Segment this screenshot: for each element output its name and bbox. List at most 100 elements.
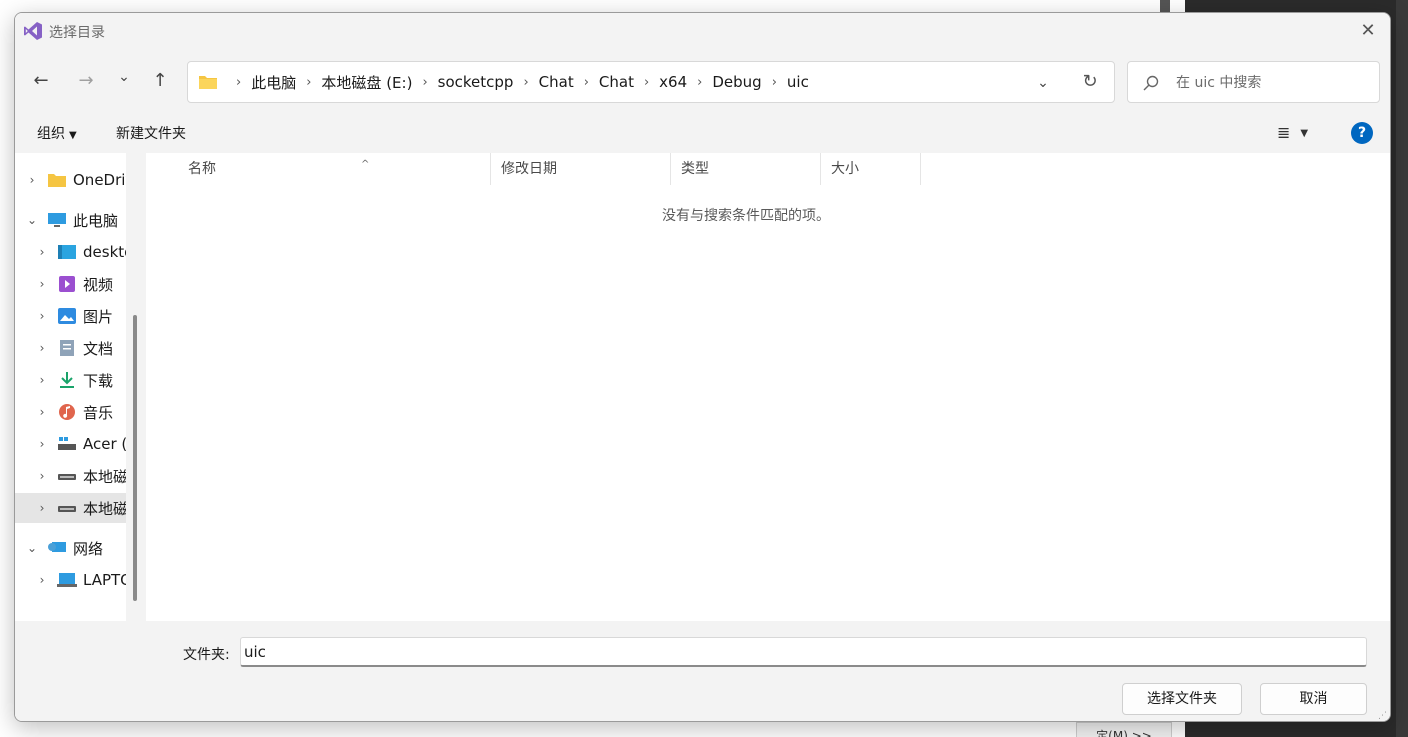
address-dropdown-button[interactable]: ⌄ (1031, 71, 1055, 95)
chevron-right-icon[interactable]: › (697, 75, 702, 90)
chevron-icon[interactable]: › (35, 245, 49, 259)
file-list[interactable]: 名称 ^ 修改日期 类型 大小 没有与搜索条件匹配的项。 (146, 153, 1390, 621)
nav-tree-item[interactable]: › OneDrive (15, 165, 126, 195)
nav-tree-item[interactable]: › 音乐 (15, 397, 126, 427)
nav-tree-item-label: 音乐 (83, 403, 114, 422)
select-directory-dialog: 选择目录 ✕ ← → ⌄ ↑ › 此电脑 › 本地磁盘 (E:) › socketcpp ›… (14, 12, 1391, 722)
breadcrumb-item[interactable]: x64 (659, 73, 687, 91)
dialog-title: 选择目录 (49, 25, 105, 41)
breadcrumb-item[interactable]: uic (787, 73, 809, 91)
nav-tree-item[interactable]: › 下载 (15, 365, 126, 395)
forward-button[interactable]: → (74, 69, 98, 93)
desktop-icon (58, 245, 76, 259)
help-button[interactable]: ? (1351, 122, 1373, 144)
close-button[interactable]: ✕ (1354, 17, 1382, 45)
laptop-icon (57, 573, 77, 587)
nav-tree-item-label: desktop (83, 243, 126, 261)
chevron-right-icon[interactable]: › (772, 75, 777, 90)
nav-tree-item-label: Acer ( (83, 435, 126, 453)
chevron-right-icon[interactable]: › (644, 75, 649, 90)
select-folder-button[interactable]: 选择文件夹 (1122, 683, 1242, 715)
nav-tree-item-label: 图片 (83, 307, 114, 326)
music-icon (59, 404, 75, 420)
folder-icon (199, 76, 217, 89)
nav-tree-item[interactable]: ⌄ 网络 (15, 533, 126, 563)
nav-tree-item[interactable]: › 视频 (15, 269, 126, 299)
navigation-bar: ← → ⌄ ↑ › 此电脑 › 本地磁盘 (E:) › socketcpp › Chat › Ch… (15, 49, 1390, 113)
breadcrumb-item[interactable]: socketcpp (438, 73, 514, 91)
navigation-pane-scrollbar[interactable] (126, 153, 146, 621)
chevron-icon[interactable]: › (35, 501, 49, 515)
chevron-right-icon[interactable]: › (523, 75, 528, 90)
cancel-button[interactable]: 取消 (1260, 683, 1367, 715)
disk-icon (58, 506, 76, 512)
computer-icon (48, 213, 66, 227)
chevron-icon[interactable]: › (35, 277, 49, 291)
breadcrumb-item[interactable]: 此电脑 (251, 72, 296, 93)
nav-tree-item-label: 此电脑 (73, 211, 119, 230)
address-bar[interactable]: › 此电脑 › 本地磁盘 (E:) › socketcpp › Chat › Chat › x64 › D… (187, 61, 1115, 103)
sort-ascending-icon: ^ (361, 159, 370, 170)
scrollbar-thumb[interactable] (133, 315, 137, 601)
recent-locations-button[interactable]: ⌄ (112, 65, 136, 89)
download-icon (60, 372, 74, 388)
video-icon (59, 276, 75, 292)
folder-name-input[interactable] (240, 637, 1367, 667)
nav-tree-item-label: 本地磁盘 (83, 499, 126, 518)
breadcrumb-item[interactable]: Chat (599, 73, 634, 91)
column-header-date-modified[interactable]: 修改日期 (491, 153, 671, 185)
breadcrumb-item[interactable]: Debug (712, 73, 761, 91)
chevron-icon[interactable]: › (35, 405, 49, 419)
chevron-right-icon[interactable]: › (306, 75, 311, 90)
nav-tree-item[interactable]: › 本地磁盘 (15, 461, 126, 491)
nav-tree-item[interactable]: › Acer ( (15, 429, 126, 459)
nav-tree-item[interactable]: › desktop (15, 237, 126, 267)
back-button[interactable]: ← (29, 69, 53, 93)
chevron-icon[interactable]: › (35, 437, 49, 451)
chevron-icon[interactable]: › (35, 309, 49, 323)
nav-tree-item[interactable]: › 图片 (15, 301, 126, 331)
search-icon (1143, 75, 1159, 91)
chevron-right-icon[interactable]: › (422, 75, 427, 90)
document-icon (60, 340, 74, 356)
chevron-icon[interactable]: › (35, 373, 49, 387)
nav-tree-item-label: 视频 (83, 275, 114, 294)
chevron-icon[interactable]: › (35, 469, 49, 483)
chevron-right-icon[interactable]: › (236, 75, 241, 90)
folder-icon (48, 174, 66, 187)
organize-label: 组织 (37, 126, 65, 142)
background-more-button[interactable]: 定(M) >> (1076, 722, 1172, 737)
nav-tree-item[interactable]: › 文档 (15, 333, 126, 363)
chevron-icon[interactable]: › (35, 573, 49, 587)
organize-menu-button[interactable]: 组织 ▼ (37, 123, 77, 143)
nav-tree-item[interactable]: › 本地磁盘 (15, 493, 126, 523)
breadcrumb-item[interactable]: 本地磁盘 (E:) (321, 72, 412, 93)
up-button[interactable]: ↑ (148, 69, 172, 93)
breadcrumb-item[interactable]: Chat (539, 73, 574, 91)
search-input[interactable] (1176, 72, 1366, 94)
caret-down-icon: ▼ (1300, 128, 1309, 139)
chevron-right-icon[interactable]: › (584, 75, 589, 90)
background-strip (1160, 0, 1170, 12)
refresh-button[interactable]: ↻ (1078, 70, 1102, 94)
nav-tree-item-label: 网络 (73, 539, 104, 558)
chevron-icon[interactable]: › (35, 341, 49, 355)
chevron-icon[interactable]: ⌄ (25, 541, 39, 555)
chevron-icon[interactable]: ⌄ (25, 213, 39, 227)
column-header-name[interactable]: 名称 ^ (178, 153, 491, 185)
nav-tree-item-label: LAPTOP (83, 571, 126, 589)
column-header-label: 名称 (188, 161, 216, 177)
chevron-icon[interactable]: › (25, 173, 39, 187)
nav-tree-item[interactable]: › LAPTOP (15, 565, 126, 595)
navigation-pane[interactable]: › OneDrive ⌄ 此电脑 › desktop › 视频 › 图片 › 文档 › 下载 › 音乐 › Ace… (15, 153, 126, 621)
folder-label: 文件夹: (183, 647, 230, 663)
column-header-type[interactable]: 类型 (671, 153, 821, 185)
empty-message: 没有与搜索条件匹配的项。 (662, 208, 830, 224)
new-folder-button[interactable]: 新建文件夹 (116, 123, 186, 143)
nav-tree-item[interactable]: ⌄ 此电脑 (15, 205, 126, 235)
view-options-button[interactable]: ≣ ▼ (1277, 123, 1319, 145)
search-box[interactable] (1127, 61, 1380, 103)
resize-grip-icon[interactable]: ⋰ (1378, 711, 1388, 721)
column-header-size[interactable]: 大小 (821, 153, 921, 185)
command-toolbar: 组织 ▼ 新建文件夹 ≣ ▼ ? (15, 113, 1390, 153)
